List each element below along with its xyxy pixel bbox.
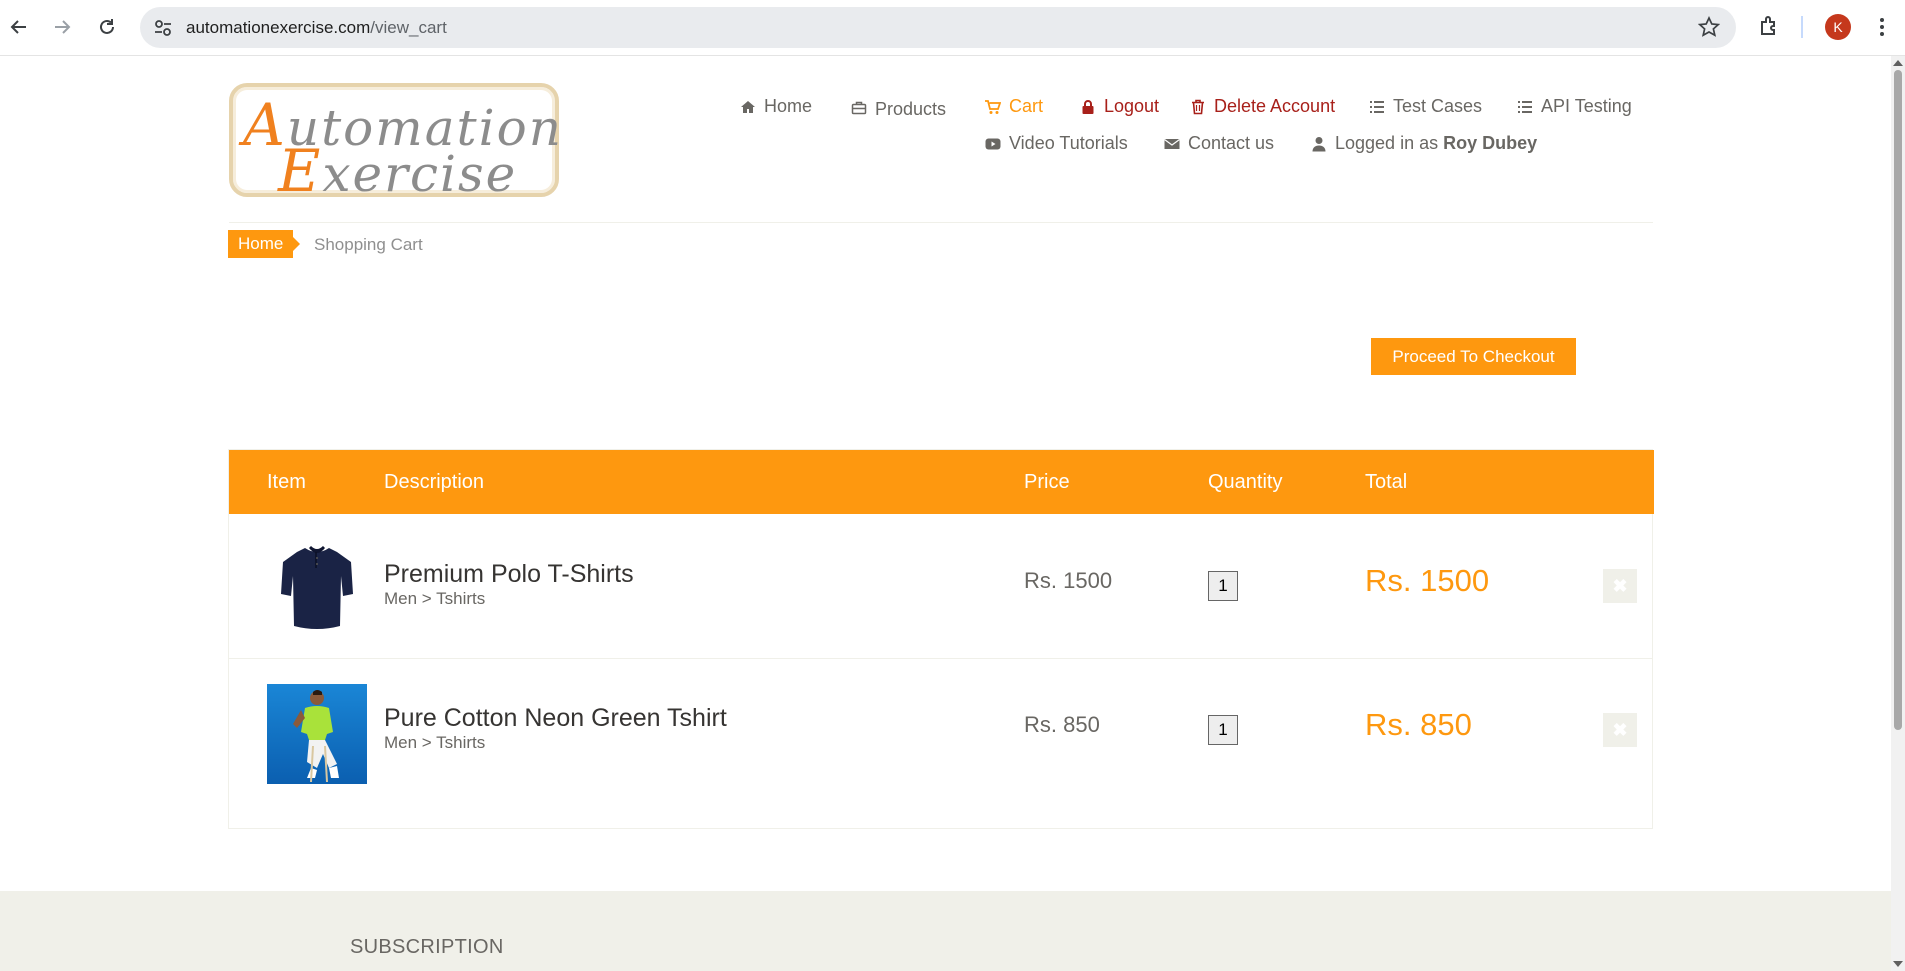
nav-test-cases-label: Test Cases (1393, 96, 1483, 116)
product-total: Rs. 850 (1365, 707, 1472, 742)
column-header-total: Total (1365, 471, 1408, 493)
extensions-icon[interactable] (1758, 14, 1782, 38)
nav-home-label: Home (764, 96, 813, 116)
briefcase-icon (851, 101, 867, 114)
site-settings-icon[interactable] (152, 17, 174, 39)
quantity-button[interactable]: 1 (1208, 715, 1238, 745)
scroll-thumb[interactable] (1894, 70, 1902, 730)
trash-icon (1192, 99, 1204, 114)
browser-menu-icon[interactable] (1872, 14, 1892, 40)
delete-item-button[interactable]: ✖ (1603, 713, 1637, 747)
product-image-neon-tshirt[interactable] (267, 684, 367, 784)
nav-delete-account-label: Delete Account (1214, 96, 1336, 116)
delete-item-button[interactable]: ✖ (1603, 569, 1637, 603)
scroll-up-arrow[interactable] (1893, 60, 1903, 66)
nav-logout-label: Logout (1104, 96, 1160, 116)
page-scrollbar[interactable] (1891, 56, 1905, 971)
url-domain: automationexercise.com (186, 18, 371, 37)
address-bar[interactable]: automationexercise.com/view_cart (140, 7, 1736, 48)
product-total: Rs. 1500 (1365, 563, 1490, 598)
list-icon (1370, 100, 1384, 113)
column-header-quantity: Quantity (1208, 471, 1283, 493)
bookmark-star-icon[interactable] (1698, 16, 1720, 38)
nav-cart-label: Cart (1009, 96, 1044, 116)
back-icon[interactable] (4, 12, 34, 42)
profile-avatar[interactable]: K (1825, 14, 1851, 40)
list-icon (1518, 100, 1532, 113)
nav-products[interactable]: Products (851, 97, 947, 119)
scroll-down-arrow[interactable] (1893, 961, 1903, 967)
nav-video-tutorials-label: Video Tutorials (1009, 133, 1128, 153)
logged-in-text: Logged in as Roy Dubey (1335, 133, 1538, 153)
nav-video-tutorials[interactable]: Video Tutorials (985, 133, 1128, 154)
product-price: Rs. 1500 (1024, 568, 1113, 593)
toolbar-separator (1801, 16, 1803, 38)
forward-icon[interactable] (47, 12, 77, 42)
product-name[interactable]: Pure Cotton Neon Green Tshirt (384, 704, 727, 733)
nav-api-testing[interactable]: API Testing (1517, 96, 1632, 117)
table-row: Premium Polo T-Shirts Men > Tshirts Rs. … (229, 514, 1652, 658)
home-icon (741, 100, 755, 113)
nav-contact-us[interactable]: Contact us (1164, 133, 1274, 154)
nav-logout[interactable]: Logout (1080, 96, 1159, 117)
footer-background (0, 891, 1891, 971)
nav-contact-us-label: Contact us (1188, 133, 1275, 153)
nav-delete-account[interactable]: Delete Account (1190, 96, 1335, 117)
nav-cart[interactable]: Cart (985, 96, 1043, 117)
reload-icon[interactable] (92, 12, 122, 42)
nav-logged-in-status[interactable]: Logged in as Roy Dubey (1311, 133, 1537, 154)
breadcrumb-current: Shopping Cart (314, 235, 423, 254)
breadcrumb-home[interactable]: Home (228, 230, 301, 258)
product-name[interactable]: Premium Polo T-Shirts (384, 560, 634, 589)
logo-line-2: Exercise (278, 137, 518, 205)
close-icon: ✖ (1612, 719, 1628, 740)
envelope-icon (1164, 138, 1180, 149)
column-header-description: Description (384, 471, 485, 493)
nav-home[interactable]: Home (740, 96, 812, 117)
proceed-to-checkout-button[interactable]: Proceed To Checkout (1371, 338, 1576, 375)
product-category: Men > Tshirts (384, 589, 486, 608)
url-path: /view_cart (370, 18, 447, 37)
product-image-polo[interactable] (267, 536, 367, 636)
lock-icon (1082, 99, 1094, 114)
logged-in-username: Roy Dubey (1443, 133, 1538, 153)
product-category: Men > Tshirts (384, 733, 486, 752)
nav-api-testing-label: API Testing (1541, 96, 1632, 116)
header-divider (229, 222, 1653, 223)
shopping-cart-icon (985, 99, 1001, 114)
cart-table: Item Description Price Quantity Total Pr… (228, 449, 1654, 829)
product-price: Rs. 850 (1024, 712, 1100, 737)
nav-products-label: Products (875, 99, 947, 119)
user-icon (1312, 136, 1326, 151)
browser-toolbar: automationexercise.com/view_cart K (0, 0, 1905, 56)
column-header-price: Price (1024, 471, 1070, 493)
site-logo[interactable]: Automation Exercise (229, 83, 561, 205)
quantity-button[interactable]: 1 (1208, 571, 1238, 601)
column-header-item: Item (267, 471, 306, 493)
close-icon: ✖ (1612, 575, 1628, 596)
nav-test-cases[interactable]: Test Cases (1369, 96, 1482, 117)
cart-table-header: Item Description Price Quantity Total (229, 450, 1654, 514)
youtube-play-icon (985, 138, 1001, 149)
url-text: automationexercise.com/view_cart (186, 18, 447, 38)
subscription-heading: SUBSCRIPTION (350, 936, 504, 958)
table-row: Pure Cotton Neon Green Tshirt Men > Tshi… (229, 659, 1652, 803)
